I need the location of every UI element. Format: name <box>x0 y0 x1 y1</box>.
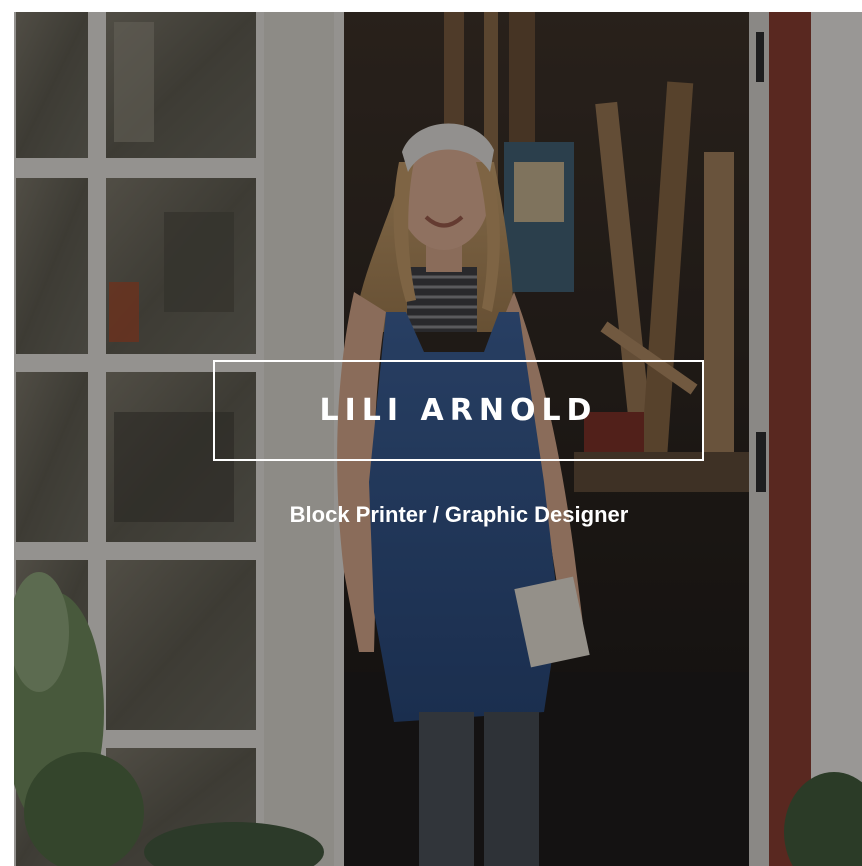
hero-name: LILI ARNOLD <box>319 393 598 428</box>
hero-photo: LILI ARNOLD Block Printer / Graphic Desi… <box>14 12 862 866</box>
page-frame: LILI ARNOLD Block Printer / Graphic Desi… <box>0 0 862 866</box>
name-title-box: LILI ARNOLD <box>213 360 704 461</box>
hero-tagline: Block Printer / Graphic Designer <box>289 502 629 527</box>
